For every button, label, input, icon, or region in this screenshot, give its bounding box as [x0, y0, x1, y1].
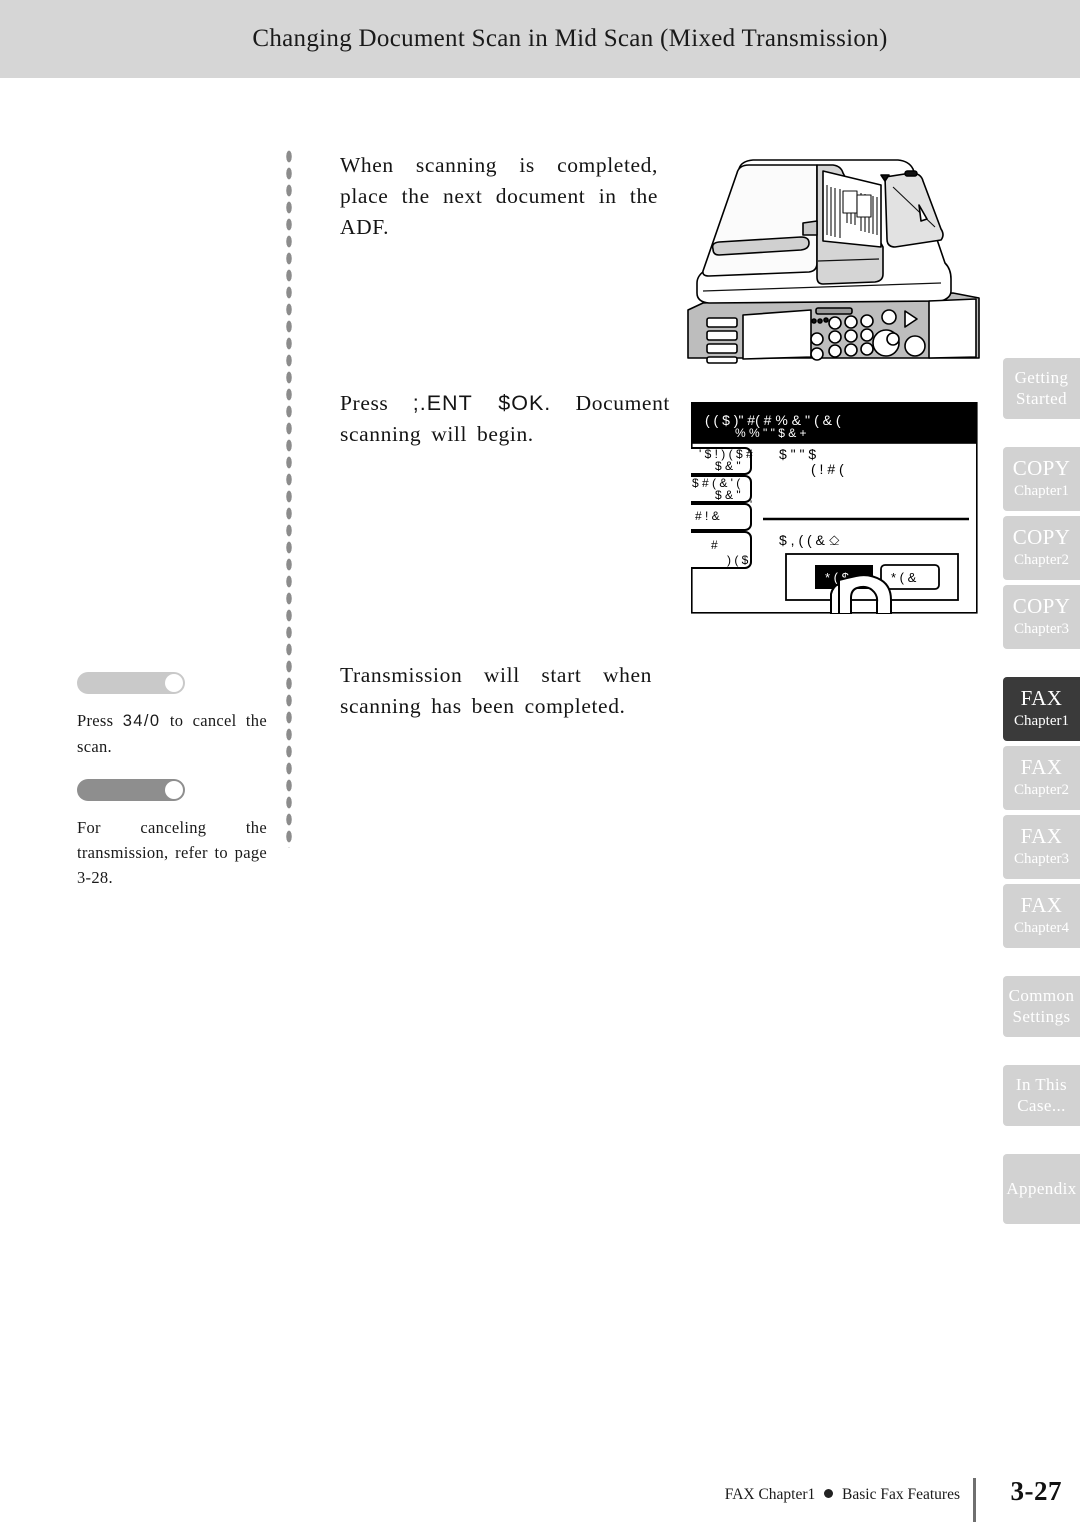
- tab-gap: [1003, 948, 1080, 976]
- tab-copy-chapter2-title: COPY: [1012, 525, 1071, 549]
- svg-text:!: !: [749, 483, 752, 495]
- tab-fax-chapter3-sub: Chapter3: [1014, 851, 1069, 867]
- note-marker-2-knob-icon: [165, 781, 183, 799]
- step-2-text-garbled: ;.ENT $OK.: [412, 391, 552, 415]
- page-footer: FAX Chapter1 Basic Fax Features 3-27: [0, 1476, 1080, 1522]
- lcd-field-label-2: ( ! # (: [811, 461, 844, 477]
- note-1-lead: Press: [77, 711, 114, 730]
- tab-copy-chapter3-sub: Chapter3: [1014, 621, 1069, 637]
- page-number: 3-27: [1010, 1476, 1062, 1506]
- step-3-text: Transmission will start when scanning ha…: [340, 663, 652, 718]
- tab-fax-chapter4[interactable]: FAX Chapter4: [1003, 884, 1080, 948]
- note-marker-1-knob-icon: [165, 674, 183, 692]
- note-2-tail: For canceling the transmission, refer to…: [77, 818, 267, 887]
- tab-getting-started-title: Getting: [1014, 368, 1069, 387]
- tab-copy-chapter3[interactable]: COPY Chapter3: [1003, 585, 1080, 649]
- tab-fax-chapter1-title: FAX: [1020, 686, 1063, 710]
- tab-common-settings-sub: Settings: [1012, 1007, 1071, 1026]
- step-sequence-dotted-rail: [285, 148, 293, 848]
- lcd-prompt-text: $ , ( ( & ⎐: [779, 532, 840, 548]
- step-2-instruction: Press ;.ENT $OK. Document scanning will …: [340, 388, 670, 450]
- tab-gap: [1003, 649, 1080, 677]
- tab-copy-chapter1-title: COPY: [1012, 456, 1071, 480]
- lcd-panel-illustration: ( ( $ )" #( # % & '' ( & ( % % " " $ & +…: [684, 402, 978, 615]
- tab-common-settings-title: Common: [1008, 986, 1075, 1005]
- tab-getting-started[interactable]: Getting Started: [1003, 358, 1080, 419]
- note-marker-2: [77, 779, 185, 801]
- tab-in-this-case-title: In This: [1015, 1075, 1068, 1094]
- svg-text:': ': [750, 499, 752, 511]
- lcd-menu-button-1-line2: $ & ": [715, 459, 741, 473]
- tab-copy-chapter3-title: COPY: [1012, 594, 1071, 618]
- lcd-menu-button-4-line2: ) ( $: [727, 553, 749, 567]
- page-title: Changing Document Scan in Mid Scan (Mixe…: [252, 25, 888, 52]
- footer-section: Basic Fax Features: [842, 1486, 960, 1503]
- lcd-menu-button-4-line1: #: [711, 538, 718, 552]
- note-1-body: Press 34/0 to cancel the scan.: [77, 708, 267, 759]
- tab-fax-chapter2-sub: Chapter2: [1014, 782, 1069, 798]
- copier-illustration: [683, 143, 983, 368]
- tab-gap: [1003, 1037, 1080, 1065]
- footer-bullet-icon: [824, 1489, 834, 1498]
- tab-fax-chapter2-title: FAX: [1020, 755, 1063, 779]
- side-note-column: Press 34/0 to cancel the scan. For cance…: [77, 672, 267, 910]
- note-marker-1: [77, 672, 185, 694]
- tab-appendix-title: Appendix: [1006, 1179, 1077, 1198]
- step-1-text: When scanning is completed, place the ne…: [340, 153, 658, 239]
- tab-in-this-case-sub: Case...: [1017, 1096, 1066, 1115]
- tab-fax-chapter2[interactable]: FAX Chapter2: [1003, 746, 1080, 810]
- tab-common-settings[interactable]: Common Settings: [1003, 976, 1080, 1037]
- svg-text:!: !: [749, 453, 752, 465]
- note-2-body: For canceling the transmission, refer to…: [77, 815, 267, 890]
- chapter-tab-rail: Getting Started COPY Chapter1 COPY Chapt…: [1003, 358, 1080, 1224]
- tab-gap: [1003, 1126, 1080, 1154]
- tab-fax-chapter3[interactable]: FAX Chapter3: [1003, 815, 1080, 879]
- tab-copy-chapter1[interactable]: COPY Chapter1: [1003, 447, 1080, 511]
- lcd-field-label-1: $ " " $: [779, 446, 816, 462]
- step-3-instruction: Transmission will start when scanning ha…: [340, 660, 652, 722]
- note-1-garbled: 34/0: [122, 712, 161, 730]
- tab-copy-chapter2-sub: Chapter2: [1014, 552, 1069, 568]
- tab-gap: [1003, 419, 1080, 447]
- lcd-status-line-2: % % " " $ & +: [735, 426, 807, 440]
- step-2-text-lead: Press: [340, 391, 389, 415]
- tab-getting-started-sub: Started: [1016, 389, 1067, 408]
- tab-fax-chapter1[interactable]: FAX Chapter1: [1003, 677, 1080, 741]
- tab-fax-chapter3-title: FAX: [1020, 824, 1063, 848]
- tab-fax-chapter4-title: FAX: [1020, 893, 1063, 917]
- tab-fax-chapter1-sub: Chapter1: [1014, 713, 1069, 729]
- footer-breadcrumb: FAX Chapter1 Basic Fax Features: [725, 1486, 960, 1504]
- lcd-action-button-normal-label: * ( &: [891, 570, 917, 585]
- footer-divider: [973, 1478, 976, 1522]
- footer-chapter: FAX Chapter1: [724, 1486, 816, 1503]
- tab-copy-chapter1-sub: Chapter1: [1014, 483, 1069, 499]
- tab-appendix[interactable]: Appendix: [1003, 1154, 1080, 1224]
- lcd-menu-button-3-label: # ! &: [695, 509, 720, 523]
- tab-copy-chapter2[interactable]: COPY Chapter2: [1003, 516, 1080, 580]
- lcd-menu-button-2-line2: $ & ": [715, 488, 741, 502]
- step-1-instruction: When scanning is completed, place the ne…: [340, 150, 658, 243]
- tab-fax-chapter4-sub: Chapter4: [1014, 920, 1069, 936]
- tab-in-this-case[interactable]: In This Case...: [1003, 1065, 1080, 1126]
